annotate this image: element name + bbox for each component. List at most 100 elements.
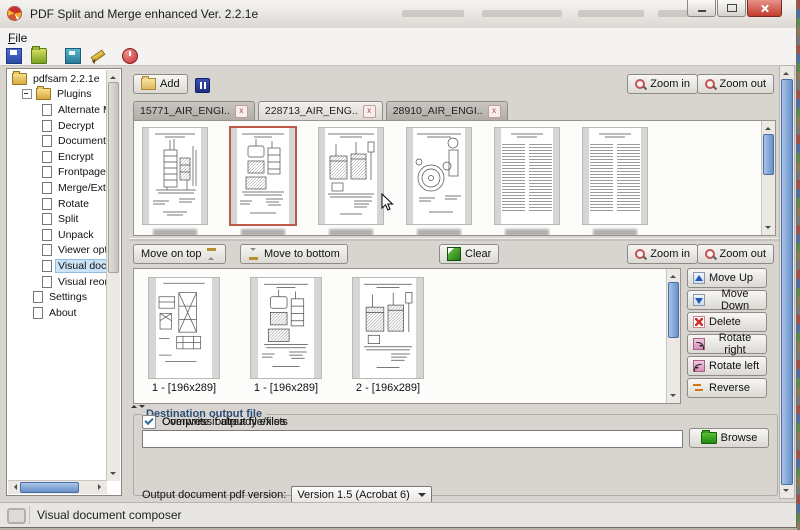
zoom-out-icon [705, 79, 716, 90]
close-icon [760, 4, 769, 13]
tree-item-visual-document[interactable]: Visual document [9, 258, 106, 274]
page-thumbnail[interactable] [494, 127, 560, 236]
exit-icon[interactable] [122, 48, 138, 64]
page-thumbnail[interactable] [230, 127, 296, 236]
tree-item-rotate[interactable]: Rotate [9, 196, 106, 212]
delete-button[interactable]: Delete [687, 312, 767, 332]
page-thumbnail[interactable]: 1 - [196x289] [250, 277, 322, 394]
zoom-in-button-top[interactable]: Zoom in [627, 74, 698, 94]
tree-item-alternate-mix[interactable]: Alternate Mix [9, 102, 106, 118]
page-thumbnail[interactable] [582, 127, 648, 236]
close-button[interactable] [747, 0, 782, 17]
scrollbar-thumb[interactable] [108, 82, 119, 273]
page-thumbnail[interactable] [318, 127, 384, 236]
tab-close-icon[interactable]: x [363, 105, 376, 118]
source-pages-area [133, 120, 776, 236]
zoom-out-button-middle[interactable]: Zoom out [697, 244, 774, 264]
tab-close-icon[interactable]: x [235, 105, 248, 118]
zoom-in-button-middle[interactable]: Zoom in [627, 244, 698, 264]
scroll-down-icon[interactable] [765, 226, 771, 232]
scroll-up-icon[interactable] [670, 272, 676, 278]
tree-item-visual-reorder[interactable]: Visual reorder [9, 274, 106, 290]
tree-item-unpack[interactable]: Unpack [9, 227, 106, 243]
move-to-bottom-button[interactable]: Move to bottom [240, 244, 348, 264]
composer-pages-area: 1 - [196x289] 1 - [196x289] 2 - [196x289… [133, 268, 681, 404]
tree-item-merge-extract[interactable]: Merge/Extract [9, 180, 106, 196]
source-pages-scrollbar[interactable] [761, 121, 775, 235]
panel-vertical-scrollbar[interactable] [779, 65, 795, 499]
scroll-down-icon[interactable] [110, 472, 116, 478]
scrollbar-thumb[interactable] [668, 282, 679, 338]
tree-vertical-scrollbar[interactable] [106, 70, 120, 481]
chevron-down-icon [418, 493, 426, 497]
rotate-right-button[interactable]: Rotate right [687, 334, 767, 354]
clear-button[interactable]: Clear [439, 244, 499, 264]
add-button[interactable]: Add [133, 74, 188, 94]
minimize-button[interactable] [687, 0, 716, 17]
tab-close-icon[interactable]: x [488, 105, 501, 118]
delete-icon [693, 316, 705, 328]
tree-item-decrypt[interactable]: Decrypt [9, 118, 106, 134]
collapse-icon[interactable] [22, 89, 32, 99]
tree-horizontal-scrollbar[interactable] [8, 480, 107, 494]
menu-bar: File [0, 28, 796, 48]
tab-15771-air-engi[interactable]: 15771_AIR_ENGI.. x [133, 101, 255, 120]
tab-28910-air-engi[interactable]: 28910_AIR_ENGI.. x [386, 101, 508, 120]
tree-item-icon [42, 135, 52, 147]
status-text: Visual document composer [37, 508, 182, 522]
page-thumbnail[interactable]: 2 - [196x289] [352, 277, 424, 394]
tree-item-icon [42, 151, 52, 163]
background-window-hint [578, 10, 644, 17]
clipped-caption [241, 229, 285, 236]
page-image [318, 127, 384, 225]
tree-item-frontpage-and-ad[interactable]: Frontpage and Ad [9, 165, 106, 181]
tree-item-split[interactable]: Split [9, 211, 106, 227]
scrollbar-thumb[interactable] [20, 482, 79, 493]
maximize-button[interactable] [717, 0, 746, 17]
tree-item-pdfsam-2-2-1e[interactable]: pdfsam 2.2.1e [9, 71, 106, 87]
tree-item-document-info[interactable]: Document Info [9, 133, 106, 149]
composer-pages-scrollbar[interactable] [666, 269, 680, 403]
move-bottom-icon [248, 248, 260, 260]
scroll-down-icon[interactable] [783, 489, 789, 495]
page-thumbnail[interactable] [406, 127, 472, 236]
checkbox[interactable] [142, 415, 156, 429]
tree-item-encrypt[interactable]: Encrypt [9, 149, 106, 165]
scroll-up-icon[interactable] [765, 124, 771, 130]
scroll-up-icon[interactable] [110, 73, 116, 79]
save-environment-icon[interactable] [65, 48, 81, 64]
zoom-out-button-top[interactable]: Zoom out [697, 74, 774, 94]
tab-228713-air-eng[interactable]: 228713_AIR_ENG.. x [258, 101, 383, 120]
rotate-left-button[interactable]: Rotate left [687, 356, 767, 376]
save-icon[interactable] [6, 48, 22, 64]
edit-icon[interactable] [90, 48, 104, 62]
tree-item-settings[interactable]: Settings [9, 289, 106, 305]
page-thumbnail[interactable] [142, 127, 208, 236]
page-thumbnail[interactable]: 1 - [196x289] [148, 277, 220, 394]
scrollbar-thumb[interactable] [781, 79, 793, 485]
tree-item-about[interactable]: About [9, 305, 106, 321]
open-icon[interactable] [31, 48, 47, 64]
tree-item-icon [36, 88, 51, 100]
tree-item-plugins[interactable]: Plugins [9, 87, 106, 103]
tree-item-icon [33, 291, 43, 303]
scroll-up-icon[interactable] [783, 69, 789, 75]
info-icon[interactable] [195, 78, 210, 93]
move-up-button[interactable]: Move Up [687, 268, 767, 288]
status-plugin-icon [7, 508, 26, 524]
reverse-button[interactable]: Reverse [687, 378, 767, 398]
move-down-button[interactable]: Move Down [687, 290, 767, 310]
output-file-input[interactable] [142, 430, 683, 448]
scroll-right-icon[interactable] [98, 484, 104, 490]
add-folder-icon [141, 78, 156, 90]
tree-item-viewer-options[interactable]: Viewer options [9, 243, 106, 259]
scroll-down-icon[interactable] [670, 394, 676, 400]
menu-file[interactable]: File [8, 31, 27, 45]
move-on-top-button[interactable]: Move on top [133, 244, 226, 264]
clipped-caption [153, 229, 197, 236]
browse-button[interactable]: Browse [689, 428, 769, 448]
option-compress-output-file-files[interactable]: Compress output file/files [142, 415, 286, 429]
document-tabs: 15771_AIR_ENGI.. x 228713_AIR_ENG.. x 28… [133, 101, 511, 120]
scroll-left-icon[interactable] [11, 484, 17, 490]
scrollbar-thumb[interactable] [763, 134, 774, 175]
